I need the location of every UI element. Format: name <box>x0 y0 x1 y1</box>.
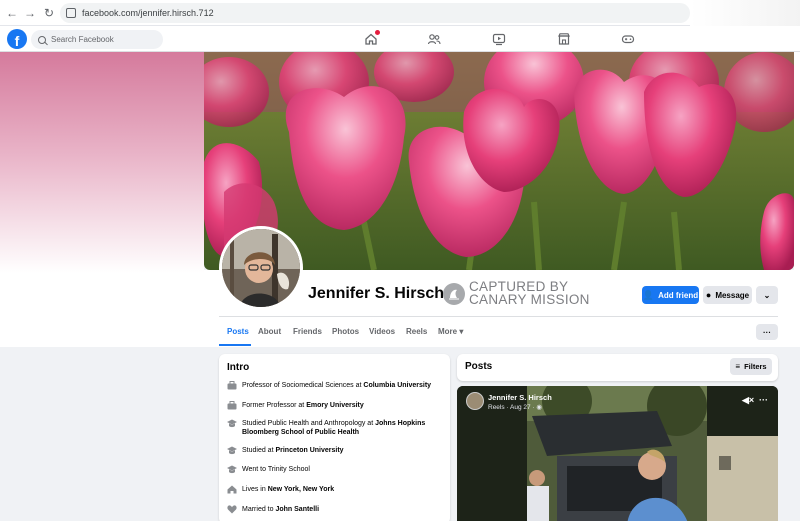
profile-name: Jennifer S. Hirsch <box>308 285 445 302</box>
reload-icon[interactable]: ↻ <box>40 4 58 22</box>
profile-menu-button[interactable]: ··· <box>756 324 778 340</box>
tab-reels[interactable]: Reels <box>406 327 427 336</box>
forward-icon[interactable]: → <box>21 4 39 22</box>
reel-meta: Reels · Aug 27 · ◉ <box>488 403 542 411</box>
search-input[interactable]: Search Facebook <box>31 30 163 49</box>
intro-item-link[interactable]: Columbia University <box>363 382 431 389</box>
intro-item-lives: Lives in New York, New York <box>227 485 432 494</box>
canary-mission-watermark: CAPTURED BY CANARY MISSION <box>469 280 590 307</box>
intro-item-link[interactable]: Emory University <box>306 402 364 409</box>
video-icon[interactable] <box>492 32 506 46</box>
intro-item-text: Former Professor at <box>242 402 307 409</box>
intro-item-education: Studied at Princeton University <box>227 446 432 455</box>
add-friend-label: Add friend <box>658 290 699 300</box>
reel-author-name[interactable]: Jennifer S. Hirsch <box>488 393 552 402</box>
intro-card <box>219 354 450 521</box>
cover-photo[interactable] <box>204 52 794 270</box>
url-text: facebook.com/jennifer.hirsch.712 <box>82 8 214 18</box>
message-label: Message <box>715 290 750 300</box>
briefcase-icon <box>227 381 237 390</box>
intro-item-text: Lives in <box>242 486 268 493</box>
facebook-logo-icon[interactable]: f <box>7 29 27 49</box>
marketplace-icon[interactable] <box>557 32 571 46</box>
intro-item-relationship: Married to John Santelli <box>227 505 432 514</box>
tab-posts[interactable]: Posts <box>227 327 249 336</box>
graduation-cap-icon <box>227 446 237 455</box>
reel-more-icon[interactable]: ··· <box>759 395 768 405</box>
reel-author-avatar[interactable] <box>466 392 484 410</box>
tab-about[interactable]: About <box>258 327 281 336</box>
more-options-button[interactable]: ⌄ <box>756 286 778 304</box>
friends-icon[interactable] <box>427 32 441 46</box>
intro-item-text: Professor of Sociomedical Sciences at <box>242 382 364 389</box>
add-friend-button[interactable]: 👤 Add friend <box>642 286 699 304</box>
tab-videos[interactable]: Videos <box>369 327 395 336</box>
address-bar[interactable]: facebook.com/jennifer.hirsch.712 <box>60 3 690 23</box>
filters-button[interactable]: ≡ Filters <box>730 358 772 375</box>
more-dots-icon: ··· <box>763 327 771 337</box>
search-placeholder: Search Facebook <box>51 35 114 44</box>
tab-friends[interactable]: Friends <box>293 327 322 336</box>
intro-title: Intro <box>227 362 250 373</box>
intro-item-link[interactable]: Princeton University <box>275 447 343 454</box>
intro-item-text: Studied at <box>242 447 276 454</box>
briefcase-icon <box>227 401 237 410</box>
search-icon <box>38 35 46 44</box>
tab-photos[interactable]: Photos <box>332 327 359 336</box>
intro-item-link[interactable]: New York, New York <box>268 486 334 493</box>
header-divider <box>219 316 778 317</box>
active-tab-indicator <box>219 344 251 346</box>
intro-item-school: Went to Trinity School <box>227 465 432 474</box>
sliders-icon: ≡ <box>735 362 741 371</box>
globe-icon: ◉ <box>536 404 543 411</box>
notification-dot <box>375 30 380 35</box>
chevron-down-icon: ⌄ <box>763 290 771 300</box>
intro-item-education: Studied Public Health and Anthropology a… <box>227 419 432 437</box>
tab-more[interactable]: More ▾ <box>438 327 463 336</box>
graduation-cap-icon <box>227 419 237 428</box>
intro-item-text: Married to <box>242 506 276 513</box>
home-icon[interactable] <box>364 30 380 46</box>
cover-side-gradient <box>0 52 204 347</box>
graduation-cap-icon <box>227 465 237 474</box>
intro-item-text: Studied Public Health and Anthropology a… <box>242 420 376 427</box>
intro-item-text: Went to Trinity School <box>242 466 310 473</box>
posts-title: Posts <box>465 361 493 372</box>
mute-icon[interactable]: ◀× <box>742 395 754 406</box>
watermark-line-2: CANARY MISSION <box>469 292 590 307</box>
browser-toolbar: ← → ↻ facebook.com/jennifer.hirsch.712 <box>0 0 800 26</box>
heart-icon <box>227 505 237 514</box>
home-icon <box>227 485 237 494</box>
filters-label: Filters <box>744 362 767 371</box>
cover-side-right <box>794 52 800 347</box>
back-icon[interactable]: ← <box>3 4 21 22</box>
profile-picture[interactable] <box>219 226 303 310</box>
facebook-top-nav: f Search Facebook <box>0 26 800 52</box>
message-button[interactable]: ● Message <box>703 286 752 304</box>
reel-meta-text: Reels · Aug 27 · <box>488 404 537 411</box>
messenger-icon: ● <box>705 290 712 300</box>
toolbar-right <box>690 0 800 26</box>
intro-item-work: Professor of Sociomedical Sciences at Co… <box>227 381 432 390</box>
add-person-icon: 👤 <box>642 289 655 300</box>
site-info-icon[interactable] <box>66 8 76 18</box>
intro-item-link[interactable]: John Santelli <box>275 506 319 513</box>
intro-item-work: Former Professor at Emory University <box>227 401 432 410</box>
canary-bird-icon <box>443 283 465 305</box>
gaming-icon[interactable] <box>621 32 635 46</box>
